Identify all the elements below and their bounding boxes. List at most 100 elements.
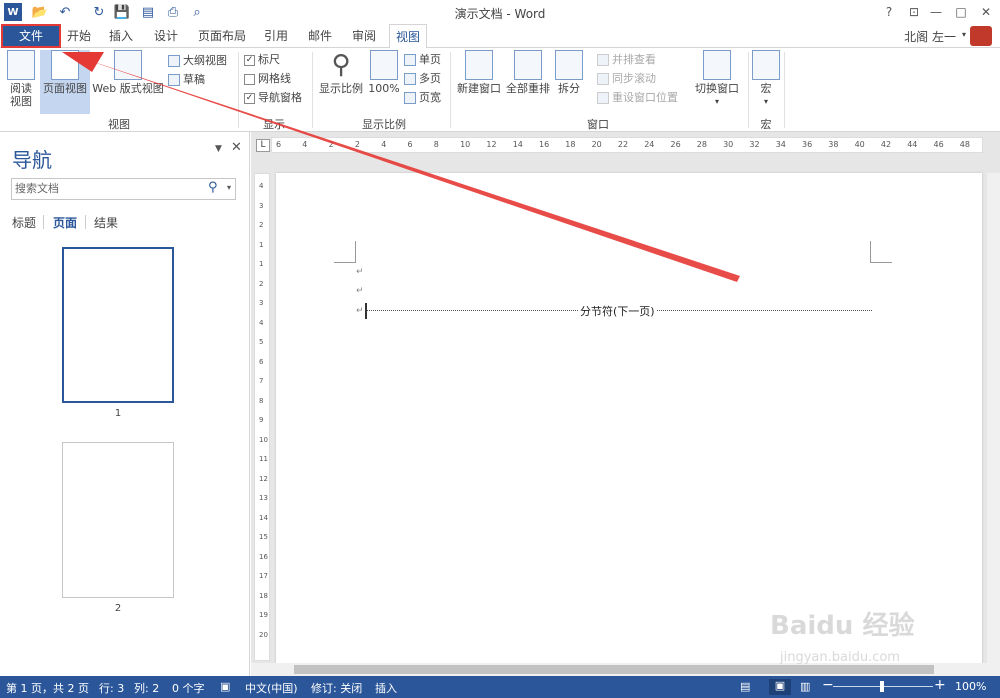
nav-tab-results[interactable]: 结果 — [94, 214, 118, 231]
read-mode-view-icon[interactable]: ▤ — [740, 680, 750, 693]
zoom-button[interactable]: ⚲ 显示比例 — [316, 50, 366, 95]
maximize-button[interactable]: □ — [950, 2, 972, 22]
save-icon[interactable]: 💾 — [113, 3, 131, 21]
column-status[interactable]: 列: 2 — [134, 680, 159, 696]
track-changes-status[interactable]: 修订: 关闭 — [311, 680, 362, 696]
web-layout-button[interactable]: Web 版式视图 — [90, 50, 166, 95]
nav-tab-headings[interactable]: 标题 — [12, 214, 36, 231]
split-button[interactable]: 拆分 — [555, 50, 583, 95]
web-layout-view-icon[interactable]: ▥ — [800, 680, 810, 693]
outline-label: 大纲视图 — [183, 54, 227, 67]
nav-pane-label: 导航窗格 — [258, 91, 302, 104]
page-width-button[interactable]: 页宽 — [404, 89, 441, 107]
reset-position-button[interactable]: 重设窗口位置 — [597, 89, 678, 107]
tab-review[interactable]: 审阅 — [346, 24, 382, 48]
gridlines-label: 网格线 — [258, 72, 291, 85]
page-thumbnail[interactable] — [62, 247, 174, 403]
new-window-button[interactable]: 新建窗口 — [455, 50, 503, 95]
close-icon[interactable]: ✕ — [231, 140, 242, 155]
page-thumbnail[interactable] — [62, 442, 174, 598]
zoom-100-button[interactable]: 100% — [367, 50, 401, 95]
nav-pane-checkbox[interactable]: ✓ 导航窗格 — [244, 89, 302, 107]
scrollbar-thumb[interactable] — [294, 665, 934, 674]
vertical-ruler[interactable]: 4 3 2 1 1 2 3 4 5 6 7 8 9 10 11 12 13 14 15 16 17 18 19 20 — [254, 173, 270, 661]
ruler-tick-label: 28 — [696, 140, 707, 149]
language-status[interactable]: 中文(中国) — [245, 680, 298, 696]
save-as-icon[interactable]: ▤ — [139, 3, 157, 21]
zoom-level[interactable]: 100% — [955, 680, 986, 693]
tab-mailings[interactable]: 邮件 — [302, 24, 338, 48]
group-label-macros: 宏 — [760, 118, 772, 131]
tab-page-layout[interactable]: 页面布局 — [194, 24, 250, 48]
zoom-label: 显示比例 — [319, 82, 363, 95]
ruler-tick-label: 16 — [539, 140, 550, 149]
line-status[interactable]: 行: 3 — [99, 680, 124, 696]
tab-stop-selector[interactable]: L — [256, 139, 270, 152]
redo-icon[interactable]: ↻ — [90, 3, 108, 21]
tab-insert[interactable]: 插入 — [104, 24, 138, 48]
find-icon[interactable]: ⌕ — [188, 3, 206, 21]
word-app-icon[interactable]: W — [4, 3, 22, 21]
help-button[interactable]: ? — [878, 2, 900, 22]
nav-options-icon[interactable]: ▼ — [215, 144, 222, 154]
gridlines-checkbox[interactable]: 网格线 — [244, 70, 291, 88]
tab-view[interactable]: 视图 — [389, 24, 427, 49]
minimize-button[interactable]: — — [925, 2, 947, 22]
document-page[interactable]: ↵ ↵ ↵ 分节符(下一页) — [276, 173, 982, 665]
ruler-tick-label: 3 — [259, 299, 264, 307]
nav-tab-pages[interactable]: 页面 — [53, 214, 77, 231]
draft-label: 草稿 — [183, 73, 205, 86]
ribbon-display-options-button[interactable]: ⊡ — [903, 2, 925, 22]
sync-scroll-label: 同步滚动 — [612, 72, 656, 85]
ribbon-tabs: 文件 开始 插入 设计 页面布局 引用 邮件 审阅 视图 北阁 左一 ▾ — [0, 24, 1000, 49]
new-window-label: 新建窗口 — [457, 82, 501, 95]
user-name[interactable]: 北阁 左一 — [904, 28, 956, 45]
one-page-icon — [404, 54, 416, 66]
chevron-down-icon[interactable]: ▾ — [962, 30, 966, 39]
print-layout-button[interactable]: 页面视图 — [40, 50, 90, 114]
page-status[interactable]: 第 1 页，共 2 页 — [6, 680, 89, 696]
zoom-in-button[interactable]: + — [934, 677, 946, 693]
undo-icon[interactable]: ↶ — [56, 3, 74, 21]
magnifier-icon: ⚲ — [331, 50, 351, 80]
tab-design[interactable]: 设计 — [148, 24, 184, 48]
read-mode-label: 阅读 视图 — [10, 82, 32, 108]
avatar[interactable] — [970, 26, 992, 46]
ruler-tick-label: 44 — [907, 140, 918, 149]
book-icon — [7, 50, 35, 80]
ruler-tick-label: 14 — [259, 513, 268, 522]
switch-windows-button[interactable]: 切换窗口 ▾ — [692, 50, 742, 108]
zoom-slider-knob[interactable] — [880, 681, 884, 692]
horizontal-ruler[interactable]: 6 4 2 2 4 6 8 10 12 14 16 18 20 22 24 26 28 30 32 34 36 38 40 4… — [271, 137, 983, 153]
search-input[interactable]: 搜索文档 — [11, 178, 236, 200]
sync-scroll-button[interactable]: 同步滚动 — [597, 70, 656, 88]
search-icon[interactable]: ⚲ — [208, 180, 218, 195]
multiple-pages-button[interactable]: 多页 — [404, 70, 441, 88]
zoom-out-button[interactable]: − — [822, 677, 834, 693]
page-number: 1 — [114, 408, 122, 419]
tab-references[interactable]: 引用 — [258, 24, 294, 48]
print-preview-icon[interactable]: ⎙ — [164, 3, 182, 21]
macros-button[interactable]: 宏 ▾ — [752, 50, 780, 108]
vertical-scrollbar[interactable] — [987, 173, 1000, 663]
print-layout-view-icon[interactable]: ▣ — [769, 679, 791, 695]
chevron-down-icon[interactable]: ▾ — [227, 183, 231, 192]
gridlines-check — [244, 73, 255, 85]
tab-home[interactable]: 开始 — [62, 24, 96, 48]
one-page-button[interactable]: 单页 — [404, 51, 441, 69]
word-count-status[interactable]: 0 个字 — [172, 680, 205, 696]
outline-button[interactable]: 大纲视图 — [168, 52, 227, 70]
draft-button[interactable]: 草稿 — [168, 71, 205, 89]
side-by-side-button[interactable]: 并排查看 — [597, 51, 656, 69]
close-button[interactable]: ✕ — [975, 2, 997, 22]
multiple-pages-icon — [404, 73, 416, 85]
ruler-checkbox[interactable]: ✓ 标尺 — [244, 51, 280, 69]
read-mode-button[interactable]: 阅读 视图 — [4, 50, 38, 108]
one-page-label: 单页 — [419, 53, 441, 66]
tab-divider — [43, 215, 44, 229]
proofing-icon[interactable]: ▣ — [220, 680, 230, 693]
ruler-tick-label: 36 — [802, 140, 813, 149]
arrange-all-button[interactable]: 全部重排 — [504, 50, 552, 95]
insert-mode-status[interactable]: 插入 — [375, 680, 397, 696]
open-icon[interactable]: 📂 — [31, 3, 49, 21]
